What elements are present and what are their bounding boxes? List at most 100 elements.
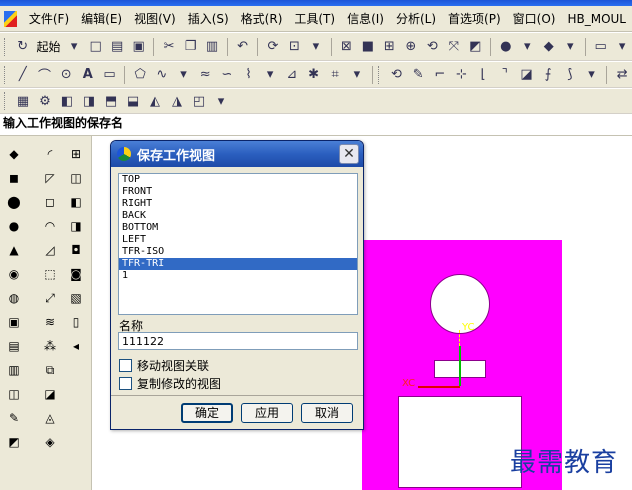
pad-icon[interactable]: ◭ (145, 91, 165, 111)
shaded-icon[interactable]: ● (496, 37, 515, 57)
text-icon[interactable]: A (78, 65, 98, 85)
move-view-association-checkbox[interactable] (119, 359, 132, 372)
rotate-icon[interactable]: ⟲ (423, 37, 442, 57)
orient-view-icon[interactable]: ◆ (539, 37, 558, 57)
toolbar-grip[interactable] (377, 65, 381, 84)
copy-icon[interactable]: ❐ (181, 37, 200, 57)
polygon-icon[interactable]: ⬠ (130, 65, 150, 85)
ok-button[interactable]: 确定 (181, 403, 233, 423)
project-curve-icon[interactable]: ⊿ (282, 65, 302, 85)
boss-feature-icon[interactable]: ◍ (4, 288, 24, 308)
menu-insert[interactable]: 插入(S) (182, 6, 235, 32)
dropdown-arrow-icon[interactable]: ▾ (560, 37, 579, 57)
view-list[interactable]: TOP FRONT RIGHT BACK BOTTOM LEFT TFR-ISO… (118, 173, 358, 315)
groove-feature-icon[interactable]: ◫ (4, 384, 24, 404)
pocket-icon[interactable]: ⬓ (123, 91, 143, 111)
block-icon[interactable]: ◼ (4, 168, 24, 188)
pad-feature-icon[interactable]: ▤ (4, 336, 24, 356)
bridge-curve-icon[interactable]: ∽ (217, 65, 237, 85)
view-list-item-selected[interactable]: TFR-TRI (119, 258, 357, 270)
view-list-item[interactable]: FRONT (119, 186, 357, 198)
sew-icon[interactable]: ⧉ (40, 360, 60, 380)
start-icon[interactable]: ↻ (13, 37, 32, 57)
menu-info[interactable]: 信息(I) (341, 6, 390, 32)
trim-corner-icon[interactable]: ⌐ (430, 65, 450, 85)
cylinder-face-icon[interactable]: ▯ (66, 312, 86, 332)
pattern-icon[interactable]: ⁂ (40, 336, 60, 356)
replace-face-icon[interactable]: ◧ (66, 192, 86, 212)
fit-view-icon[interactable]: ⊠ (337, 37, 356, 57)
paste-icon[interactable]: ▥ (202, 37, 221, 57)
view-list-item[interactable]: 1 (119, 270, 357, 282)
pan-icon[interactable]: ⤧ (444, 37, 463, 57)
dropdown-arrow-icon[interactable]: ▾ (260, 65, 280, 85)
cut-icon[interactable]: ✂ (159, 37, 178, 57)
menu-view[interactable]: 视图(V) (128, 6, 182, 32)
repeat-command-icon[interactable]: ⟳ (263, 37, 282, 57)
extrude-icon[interactable]: ◧ (57, 91, 77, 111)
join-curve-icon[interactable]: ⌇ (239, 65, 259, 85)
dropdown-arrow-icon[interactable]: ▾ (347, 65, 367, 85)
menu-window[interactable]: 窗口(O) (507, 6, 562, 32)
dialog-title-bar[interactable]: 保存工作视图 (111, 141, 363, 167)
sync-model-icon[interactable]: ⊞ (66, 144, 86, 164)
menu-analysis[interactable]: 分析(L) (390, 6, 442, 32)
revolve-icon[interactable]: ◨ (79, 91, 99, 111)
dropdown-arrow-icon[interactable]: ▾ (612, 37, 631, 57)
arc-icon[interactable]: ⌒ (35, 65, 55, 85)
form-feature-icon[interactable]: ◆ (4, 144, 24, 164)
boss-icon[interactable]: ⬒ (101, 91, 121, 111)
view-list-item[interactable]: TOP (119, 174, 357, 186)
thread-icon[interactable]: ≋ (40, 312, 60, 332)
dropdown-arrow-icon[interactable]: ▾ (306, 37, 325, 57)
selection-filter-icon[interactable]: ⊡ (285, 37, 304, 57)
stretch-icon[interactable]: ⌝ (495, 65, 515, 85)
cylinder-icon[interactable]: ⬤ (4, 192, 24, 212)
offset-face-icon[interactable]: ⬚ (40, 264, 60, 284)
offset-region-icon[interactable]: ▧ (66, 288, 86, 308)
edit-fillet-icon[interactable]: ⌊ (473, 65, 493, 85)
menu-edit[interactable]: 编辑(E) (75, 6, 128, 32)
resize-blend-icon[interactable]: ◨ (66, 216, 86, 236)
name-input[interactable] (118, 332, 358, 350)
sketch-icon[interactable]: ▦ (13, 91, 33, 111)
curve-length-icon[interactable]: ◪ (517, 65, 537, 85)
divide-curve-icon[interactable]: ⊹ (452, 65, 472, 85)
circular-hole[interactable] (430, 274, 490, 334)
hole-icon[interactable]: ◉ (4, 264, 24, 284)
book-icon[interactable]: ▥ (4, 360, 24, 380)
dropdown-arrow-icon[interactable]: ▾ (174, 65, 194, 85)
layer-settings-icon[interactable]: ▭ (591, 37, 610, 57)
toolbar-grip[interactable] (4, 65, 7, 84)
dropdown-arrow-icon[interactable]: ▾ (518, 37, 537, 57)
draft-icon[interactable]: ◿ (40, 240, 60, 260)
cancel-button[interactable]: 取消 (301, 403, 353, 423)
delete-face-icon[interactable]: ◘ (66, 240, 86, 260)
line-icon[interactable]: ╱ (13, 65, 33, 85)
view-list-item[interactable]: LEFT (119, 234, 357, 246)
pen-icon[interactable]: ✎ (4, 408, 24, 428)
chamfer-icon[interactable]: ◸ (40, 168, 60, 188)
dropdown-arrow-icon[interactable]: ▾ (64, 37, 83, 57)
trim-curve-icon[interactable]: ✎ (408, 65, 428, 85)
perspective-icon[interactable]: ◩ (466, 37, 485, 57)
zoom-region-icon[interactable]: ■ (358, 37, 377, 57)
slot-icon[interactable]: ◮ (167, 91, 187, 111)
split-icon[interactable]: ◬ (40, 408, 60, 428)
copy-modified-view-option[interactable]: 复制修改的视图 (119, 375, 221, 392)
zoom-in-out-icon[interactable]: ⊕ (401, 37, 420, 57)
view-list-item[interactable]: TFR-ISO (119, 246, 357, 258)
extract-curve-icon[interactable]: ⌗ (325, 65, 345, 85)
groove-icon[interactable]: ◰ (189, 91, 209, 111)
copy-modified-view-checkbox[interactable] (119, 377, 132, 390)
save-icon[interactable]: ▣ (129, 37, 148, 57)
instance-icon[interactable]: ◈ (40, 432, 60, 452)
patch-icon[interactable]: ◪ (40, 384, 60, 404)
edit-curve-icon[interactable]: ⟲ (387, 65, 407, 85)
dropdown-arrow-icon[interactable]: ▾ (582, 65, 602, 85)
view-list-item[interactable]: BACK (119, 210, 357, 222)
edge-blend-icon[interactable]: ◜ (40, 144, 60, 164)
trim-body-icon[interactable]: ◩ (4, 432, 24, 452)
offset-curve-icon[interactable]: ≈ (195, 65, 215, 85)
sphere-icon[interactable]: ● (4, 216, 24, 236)
